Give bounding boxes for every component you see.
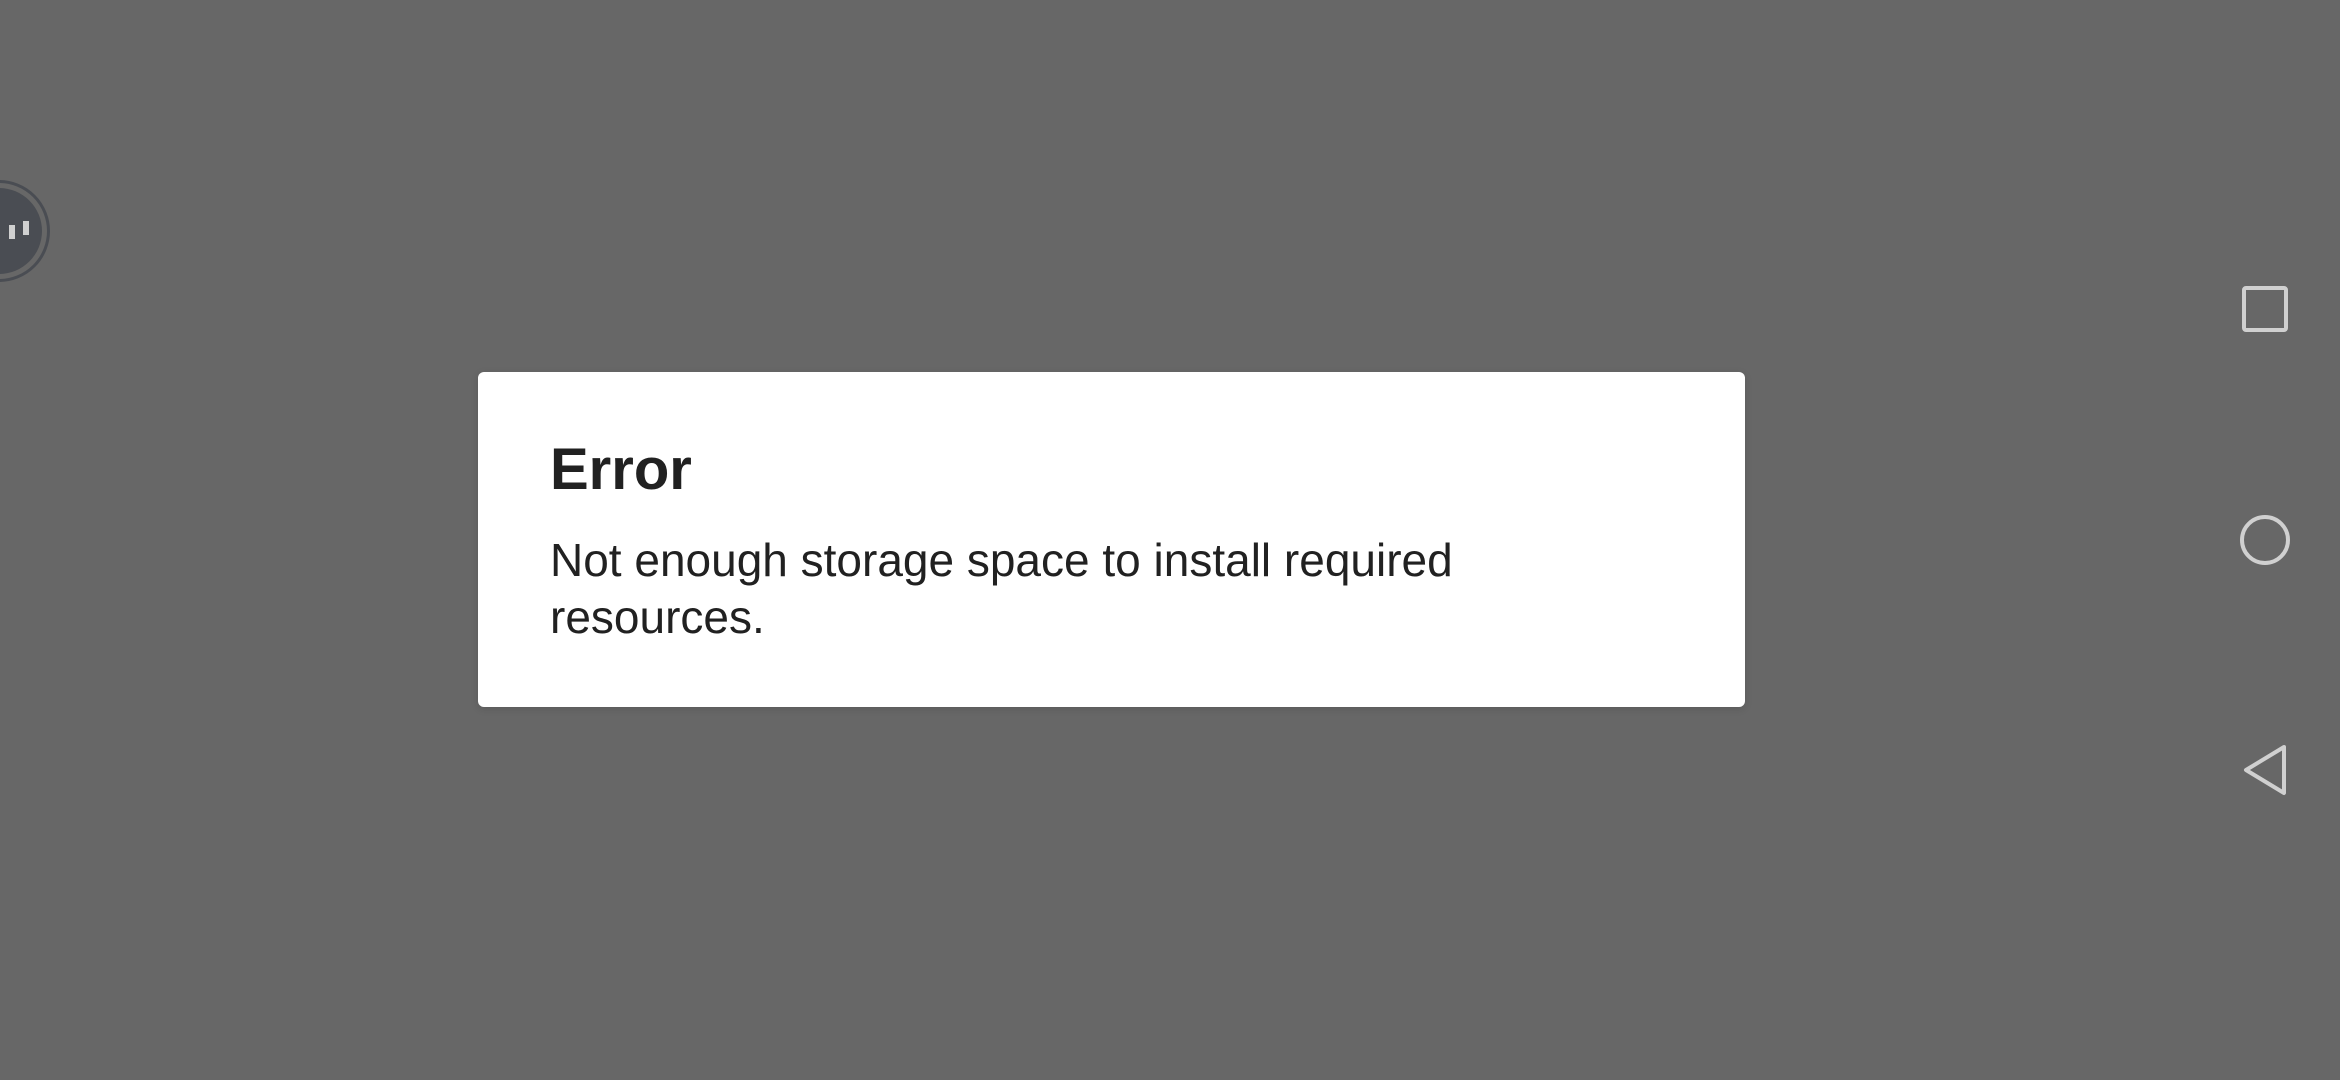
screen: Error Not enough storage space to instal… [0, 0, 2340, 1080]
circle-home-icon [2240, 515, 2290, 565]
floating-bubble-icon[interactable] [0, 180, 50, 282]
dialog-message: Not enough storage space to install requ… [550, 534, 1453, 643]
dialog-title: Error [550, 437, 692, 502]
square-recents-icon [2242, 286, 2288, 332]
recents-button[interactable] [2190, 254, 2340, 364]
error-dialog: Error Not enough storage space to instal… [478, 372, 1745, 707]
home-button[interactable] [2190, 485, 2340, 595]
navigation-bar [2190, 0, 2340, 1080]
triangle-back-icon [2244, 745, 2286, 795]
back-button[interactable] [2190, 715, 2340, 825]
bubble-mark-icon [9, 221, 29, 239]
